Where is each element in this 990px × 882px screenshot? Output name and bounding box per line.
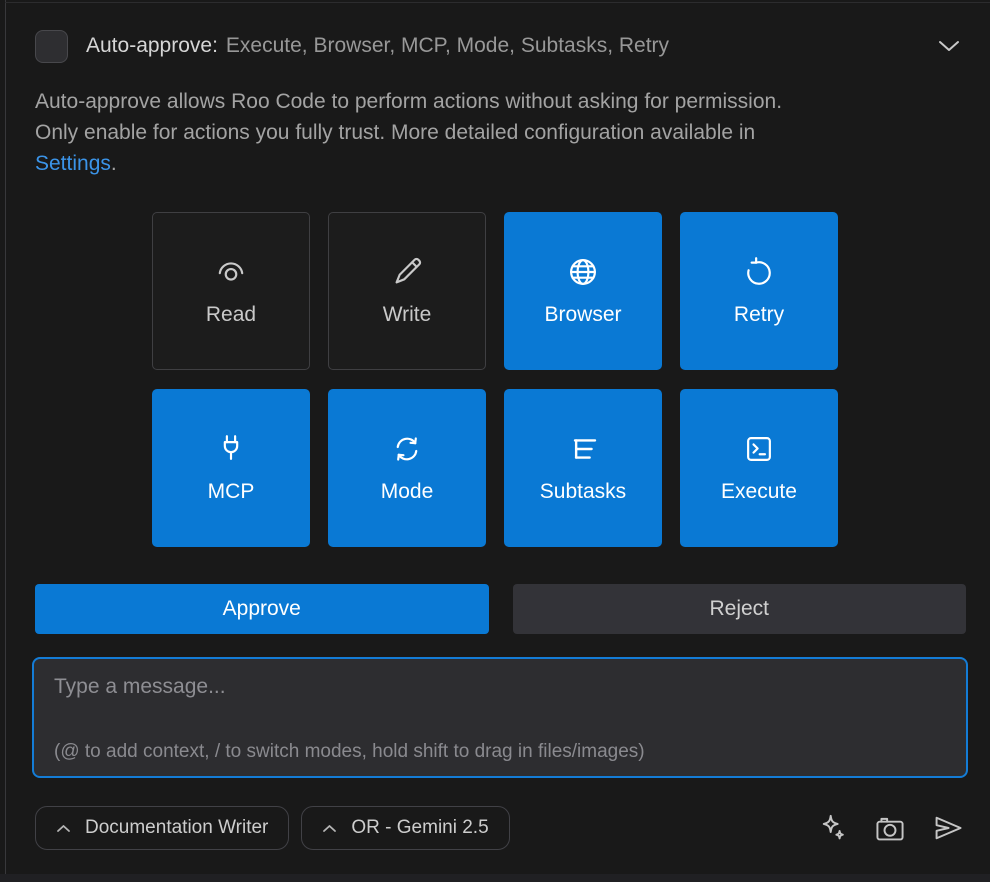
list-tree-icon [567,433,599,465]
auto-approve-description: Auto-approve allows Roo Code to perform … [35,86,935,179]
toggle-label: Read [206,303,256,327]
enhance-prompt-button[interactable] [816,811,850,845]
toggle-label: Execute [721,480,797,504]
auto-approve-header[interactable]: Auto-approve: Execute, Browser, MCP, Mod… [35,28,966,64]
toggle-write[interactable]: Write [328,212,486,370]
mode-selector[interactable]: Documentation Writer [35,806,289,850]
globe-icon [567,256,599,288]
message-input[interactable]: Type a message... (@ to add context, / t… [32,657,968,778]
auto-approve-title: Auto-approve: [86,34,218,58]
terminal-icon [743,433,775,465]
auto-approve-panel: Auto-approve: Execute, Browser, MCP, Mod… [0,0,990,882]
toggle-mode[interactable]: Mode [328,389,486,547]
toggle-label: Browser [544,303,621,327]
toggle-label: Subtasks [540,480,626,504]
model-selector-label: OR - Gemini 2.5 [351,817,488,839]
model-selector[interactable]: OR - Gemini 2.5 [301,806,509,850]
description-line-2: Only enable for actions you fully trust.… [35,117,935,148]
description-line-1: Auto-approve allows Roo Code to perform … [35,86,935,117]
settings-link[interactable]: Settings [35,152,111,175]
send-button[interactable] [930,811,966,845]
panel-left-divider [5,0,6,882]
action-buttons: Approve Reject [35,584,966,634]
pencil-icon [391,256,423,288]
eye-icon [215,256,247,288]
description-suffix: . [111,152,117,175]
description-line-3: Settings. [35,148,935,179]
sync-icon [391,433,423,465]
refresh-icon [743,256,775,288]
toggle-browser[interactable]: Browser [504,212,662,370]
toggle-label: MCP [208,480,255,504]
panel-top-divider [5,2,990,3]
toggle-execute[interactable]: Execute [680,389,838,547]
toggle-label: Mode [381,480,434,504]
approve-button[interactable]: Approve [35,584,489,634]
panel-bottom-strip [0,874,990,882]
message-input-hint: (@ to add context, / to switch modes, ho… [54,741,645,763]
chevron-up-icon [56,817,71,839]
plug-icon [215,433,247,465]
composer-footer: Documentation Writer OR - Gemini 2.5 [35,806,966,850]
auto-approve-summary: Execute, Browser, MCP, Mode, Subtasks, R… [226,34,669,58]
auto-approve-toggle-grid: Read Write Browser [152,212,838,547]
auto-approve-checkbox[interactable] [35,30,68,63]
toggle-mcp[interactable]: MCP [152,389,310,547]
toggle-subtasks[interactable]: Subtasks [504,389,662,547]
reject-button[interactable]: Reject [513,584,967,634]
toggle-label: Write [383,303,432,327]
camera-button[interactable] [872,811,908,845]
message-input-placeholder: Type a message... [54,675,226,699]
toggle-retry[interactable]: Retry [680,212,838,370]
toggle-read[interactable]: Read [152,212,310,370]
toggle-label: Retry [734,303,784,327]
chevron-up-icon [322,817,337,839]
mode-selector-label: Documentation Writer [85,817,268,839]
chevron-down-icon[interactable] [932,35,966,57]
